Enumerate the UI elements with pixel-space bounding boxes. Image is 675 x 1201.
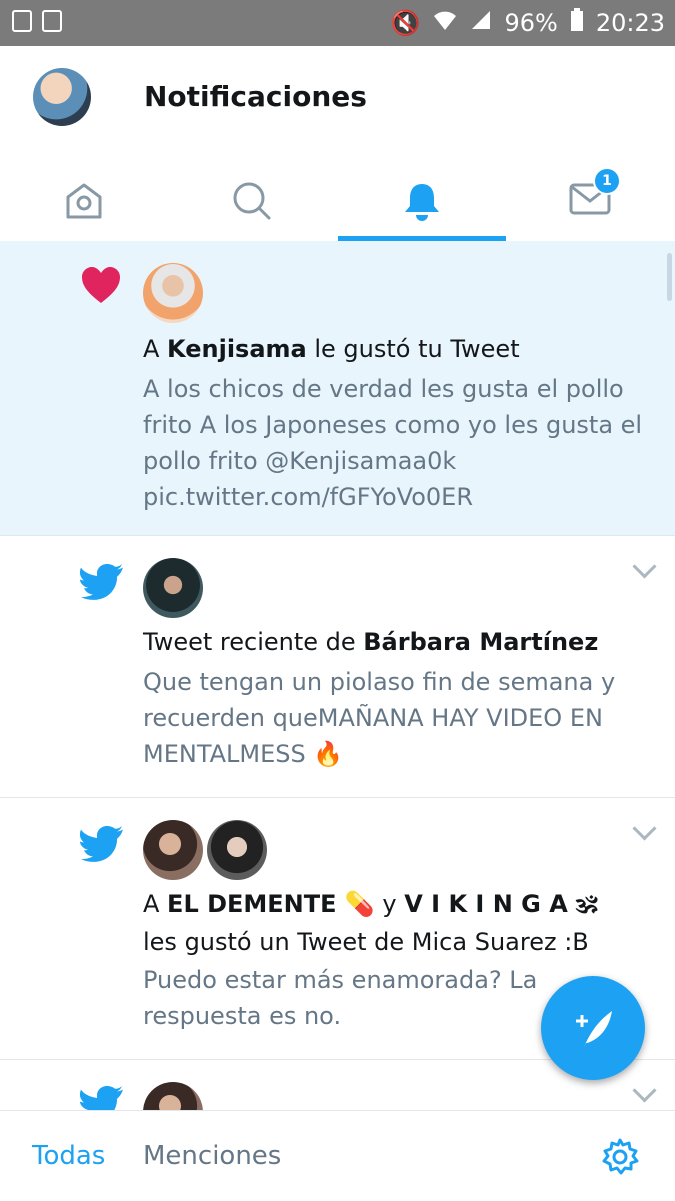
avatar[interactable] [207, 820, 267, 880]
scrollbar[interactable] [667, 253, 672, 301]
user-name[interactable]: EL DEMENTE 💊 [167, 890, 375, 918]
chevron-down-icon[interactable] [632, 554, 657, 579]
tab-messages[interactable]: 1 [506, 161, 674, 241]
wifi-icon [432, 8, 458, 38]
avatar-group [143, 820, 267, 880]
avatar[interactable] [143, 263, 203, 323]
notification-headline-line2: les gustó un Tweet de Mica Suarez :B [143, 928, 589, 956]
page-title: Notificaciones [144, 80, 367, 113]
messages-badge: 1 [593, 167, 621, 195]
notification-headline: A Kenjisama le gustó tu Tweet [143, 331, 520, 367]
tab-mentions[interactable]: Menciones [143, 1141, 281, 1171]
chevron-down-icon[interactable] [632, 816, 657, 841]
notification-headline: A EL DEMENTE 💊 y V I K I N G A 🕉 [143, 886, 598, 922]
compose-tweet-button[interactable] [541, 976, 645, 1080]
avatar[interactable] [143, 1082, 203, 1110]
heart-icon [82, 267, 120, 303]
settings-gear-icon[interactable] [600, 1137, 640, 1177]
notification-item[interactable]: A Kenjisama le gustó tu Tweet A los chic… [0, 241, 675, 536]
battery-percentage: 96% [504, 9, 558, 37]
twitter-bird-icon [80, 826, 123, 862]
user-name[interactable]: Kenjisama [167, 335, 307, 363]
headline-prefix: A [143, 335, 168, 363]
notification-item[interactable]: Tweet reciente de Bárbara Martínez Que t… [0, 536, 675, 798]
tab-search[interactable] [168, 161, 336, 241]
user-name[interactable]: V I K I N G A 🕉 [404, 890, 597, 918]
avatar-group [143, 558, 203, 618]
tab-notifications[interactable] [338, 161, 506, 241]
headline-prefix: Tweet reciente de [143, 628, 364, 656]
profile-avatar[interactable] [33, 68, 91, 126]
headline-prefix: A [143, 890, 168, 918]
notification-headline: Tweet reciente de Bárbara Martínez [143, 624, 598, 660]
tab-home[interactable] [0, 161, 168, 241]
tweet-text: Que tengan un piolaso fin de semana y re… [143, 668, 616, 768]
headline-suffix: le gustó tu Tweet [306, 335, 520, 363]
compose-quill-icon [576, 1011, 612, 1047]
twitter-bird-icon [80, 1086, 123, 1110]
headline-conjunction: y [374, 890, 405, 918]
recycle-notification-icon [42, 10, 62, 32]
avatar[interactable] [143, 820, 203, 880]
bell-icon [405, 184, 439, 221]
mute-icon: 🔇 [390, 9, 421, 37]
avatar-group [143, 1082, 203, 1110]
search-icon [233, 182, 271, 220]
tab-bar: 1 [0, 161, 675, 241]
battery-icon [570, 8, 584, 38]
chevron-down-icon[interactable] [632, 1078, 657, 1103]
user-name[interactable]: Bárbara Martínez [363, 628, 598, 656]
bottom-bar: Todas Menciones [0, 1110, 675, 1201]
header: Notificaciones 1 [0, 46, 675, 242]
messages-wrapper: 1 [569, 167, 621, 221]
home-icon [66, 183, 102, 219]
tab-all[interactable]: Todas [32, 1141, 105, 1171]
clock: 20:23 [595, 9, 665, 37]
image-notification-icon [12, 10, 32, 32]
tweet-text: A los chicos de verdad les gusta el poll… [143, 375, 643, 511]
avatar-group [143, 263, 203, 323]
status-bar: 🔇 96% 20:23 [0, 0, 675, 46]
avatar[interactable] [143, 558, 203, 618]
twitter-bird-icon [80, 564, 123, 600]
signal-icon [470, 9, 492, 37]
